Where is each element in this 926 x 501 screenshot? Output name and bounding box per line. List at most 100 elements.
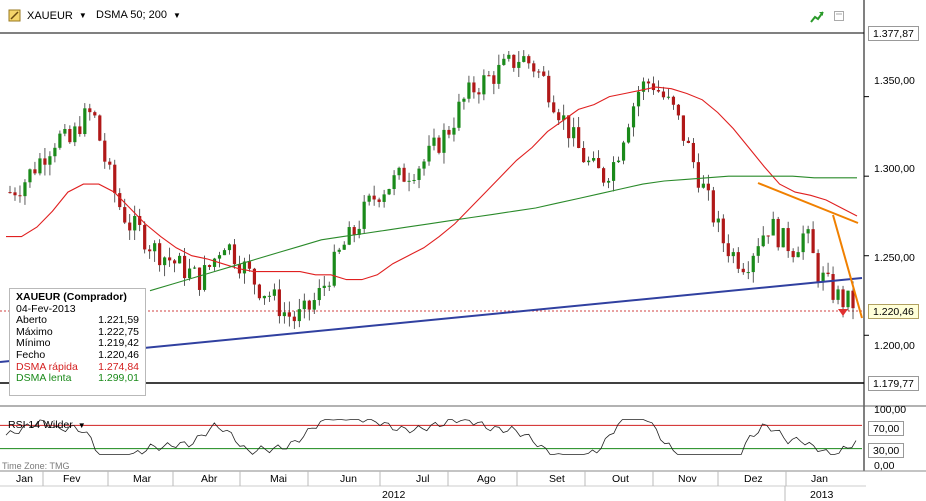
candle-body xyxy=(407,180,411,182)
candle-body xyxy=(706,183,710,191)
candle-body xyxy=(651,83,656,91)
candle-body xyxy=(537,71,541,73)
candle-body xyxy=(646,81,651,84)
window-restore-icon[interactable] xyxy=(833,10,845,22)
candle-body xyxy=(611,162,616,181)
candle-body xyxy=(836,289,840,300)
candle-body xyxy=(43,158,47,165)
candle-body xyxy=(78,126,82,135)
candle-body xyxy=(547,75,551,103)
candle-body xyxy=(392,175,396,190)
candle-body xyxy=(721,218,725,244)
candle-body xyxy=(397,167,401,176)
candle-body xyxy=(427,145,431,162)
price-tag-low: 1.179,77 xyxy=(868,376,919,391)
chart-window: { "toolbar": { "symbol": "XAUEUR", "indi… xyxy=(0,0,926,501)
candle-body xyxy=(13,192,17,196)
candle-body xyxy=(831,274,835,300)
candle-body xyxy=(666,96,671,98)
candle-body xyxy=(73,126,77,143)
price-tag-high: 1.377,87 xyxy=(868,26,919,41)
rsi-label: RSI 14 Wilder xyxy=(8,419,73,431)
candle-body xyxy=(402,167,406,182)
candle-body xyxy=(776,218,780,248)
candle-body xyxy=(182,255,187,279)
candle-body xyxy=(287,312,291,317)
symbol-selector[interactable]: XAUEUR ▼ xyxy=(8,9,87,22)
candle-body xyxy=(616,160,621,163)
candle-body xyxy=(257,284,262,299)
candle-body xyxy=(173,260,177,264)
candle-body xyxy=(557,112,561,121)
candle-body xyxy=(457,101,461,128)
candle-body xyxy=(302,300,306,310)
x-tick-label: Jan xyxy=(811,473,828,485)
timezone-label: Time Zone: TMG xyxy=(2,461,70,471)
candle-body xyxy=(217,255,222,259)
trend-up-icon[interactable] xyxy=(810,10,824,24)
x-tick-label: Ago xyxy=(477,473,496,485)
candle-body xyxy=(362,201,366,229)
rsi-axis-bottom: 0,00 xyxy=(874,460,895,472)
candle-body xyxy=(846,290,850,308)
price-marker-icon xyxy=(838,309,848,316)
candle-body xyxy=(202,265,207,290)
candle-body xyxy=(686,140,690,143)
candle-body xyxy=(23,182,27,197)
price-tag-current: 1.220,46 xyxy=(868,304,919,319)
candle-body xyxy=(312,300,316,310)
candle-body xyxy=(482,75,486,95)
rsi-axis-top: 100,00 xyxy=(874,404,907,416)
candle-body xyxy=(83,108,87,135)
candle-body xyxy=(487,75,491,77)
candle-body xyxy=(143,224,147,250)
rsi-upper-tag: 70,00 xyxy=(868,421,905,436)
candle-body xyxy=(272,289,276,296)
candle-body xyxy=(507,54,511,59)
x-tick-label: Jul xyxy=(416,473,430,485)
candle-body xyxy=(412,179,416,181)
candle-body xyxy=(522,56,526,62)
candle-body xyxy=(332,251,336,286)
chart-toolbar: XAUEUR ▼ DSMA 50; 200 ▼ xyxy=(0,0,866,32)
candle-body xyxy=(716,218,720,223)
y-tick-label: 1.200,00 xyxy=(874,340,915,352)
candle-body xyxy=(477,92,481,95)
candle-body xyxy=(178,255,182,264)
candle-body xyxy=(372,195,376,200)
rsi-selector[interactable]: RSI 14 Wilder ▼ xyxy=(8,419,86,431)
candle-body xyxy=(676,104,681,116)
candle-body xyxy=(337,249,341,252)
candle-body xyxy=(387,189,391,195)
candle-body xyxy=(98,115,102,141)
candle-body xyxy=(736,252,740,269)
candle-body xyxy=(352,227,356,235)
candle-body xyxy=(168,257,172,261)
indicator-selector[interactable]: DSMA 50; 200 ▼ xyxy=(96,9,181,21)
data-legend: XAUEUR (Comprador) 04-Fev-2013 Aberto 1.2… xyxy=(9,288,146,396)
candle-body xyxy=(432,137,436,146)
rsi-lower-tag: 30,00 xyxy=(868,443,905,458)
year-label: 2012 xyxy=(382,489,406,501)
candle-body xyxy=(227,244,232,251)
candle-body xyxy=(158,243,162,266)
candle-body xyxy=(786,228,790,252)
x-tick-label: Out xyxy=(612,473,629,485)
chevron-down-icon: ▼ xyxy=(77,420,86,430)
candle-body xyxy=(467,82,471,99)
x-tick-label: Nov xyxy=(678,473,697,485)
candle-body xyxy=(18,195,22,197)
candle-body xyxy=(711,190,715,223)
candle-body xyxy=(267,295,271,297)
candle-body xyxy=(247,261,252,269)
candle-body xyxy=(661,91,666,98)
candle-body xyxy=(801,233,805,253)
candle-body xyxy=(582,147,586,163)
candle-body xyxy=(277,289,281,317)
candle-body xyxy=(592,158,596,161)
candle-body xyxy=(532,63,536,72)
indicator-label: DSMA 50; 200 xyxy=(96,9,167,21)
candle-body xyxy=(148,249,152,252)
candle-body xyxy=(577,127,581,148)
candle-body xyxy=(417,168,421,180)
